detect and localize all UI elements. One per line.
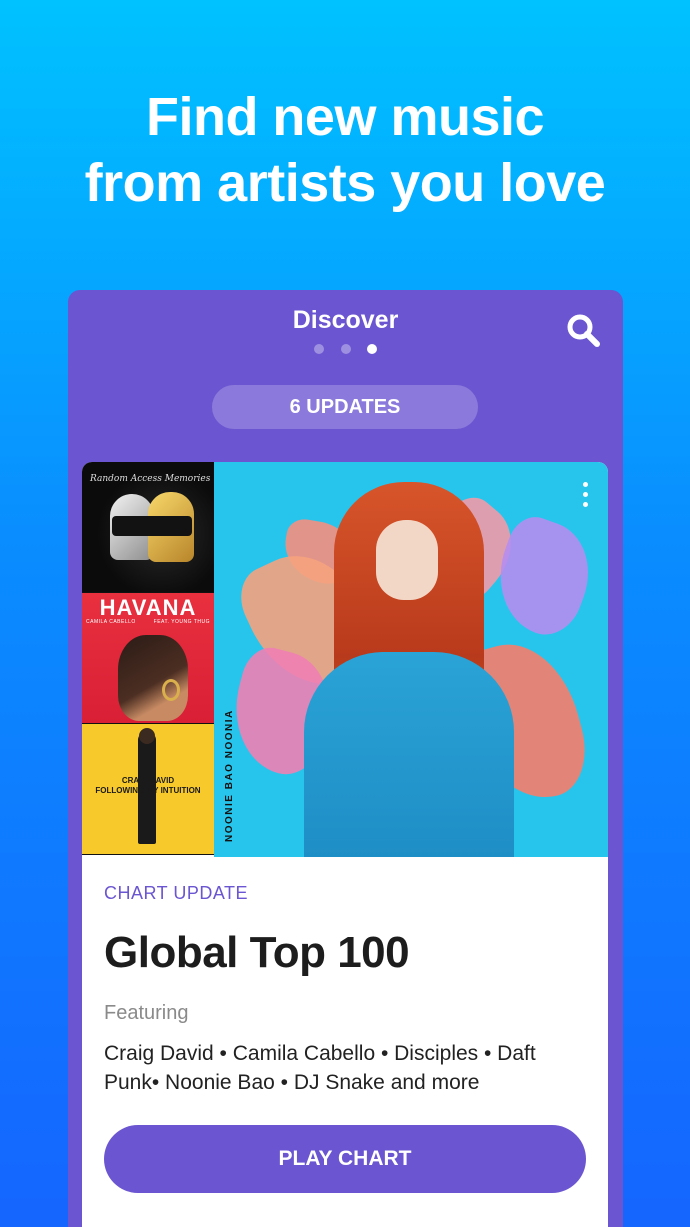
havana-title: HAVANA: [99, 595, 197, 620]
artist-face: [376, 520, 438, 600]
page-dot-2[interactable]: [340, 344, 351, 354]
havana-album-art: HAVANA CAMILA CABELLO FEAT. YOUNG THUG: [82, 593, 214, 724]
promo-headline: Find new music from artists you love: [0, 84, 690, 216]
more-vertical-icon: [582, 482, 588, 487]
artist-suit: [304, 652, 514, 857]
craig-david-album-art: CRAIG DAVID FOLLOWING MY INTUITION: [82, 724, 214, 855]
daft-punk-album-art: Random Access Memories: [82, 462, 214, 593]
page-dot-3[interactable]: [366, 344, 377, 354]
artist-portrait: [118, 635, 188, 721]
card-artwork[interactable]: Random Access Memories HAVANA CAMILA CAB…: [82, 462, 608, 857]
craig-line-2: FOLLOWING MY INTUITION: [95, 786, 201, 795]
craig-david-text: CRAIG DAVID FOLLOWING MY INTUITION: [82, 776, 214, 796]
search-button[interactable]: [565, 312, 601, 348]
play-chart-button[interactable]: PLAY CHART: [104, 1125, 586, 1193]
hero-artwork: NOONIE BAO NOONIA: [214, 462, 608, 857]
page-title: Discover: [292, 306, 399, 334]
updates-button[interactable]: 6 UPDATES: [212, 385, 478, 429]
more-dot: [582, 492, 588, 497]
app-screen: Discover 6 UPDATES Random Access Memorie…: [68, 290, 623, 1227]
chart-card[interactable]: Random Access Memories HAVANA CAMILA CAB…: [82, 462, 608, 1227]
top-bar: Discover: [68, 290, 623, 385]
headline-line-1: Find new music: [145, 87, 545, 147]
card-title: Global Top 100: [104, 928, 410, 977]
featured-artists: Craig David • Camila Cabello • Disciples…: [104, 1042, 536, 1094]
more-dot: [582, 502, 588, 507]
havana-feat: FEAT. YOUNG THUG: [153, 619, 210, 625]
card-eyebrow: CHART UPDATE: [104, 883, 249, 903]
search-icon: [567, 314, 600, 347]
craig-line-1: CRAIG DAVID: [121, 776, 175, 785]
hero-side-text: NOONIE BAO NOONIA: [224, 709, 235, 842]
more-options-button[interactable]: [580, 482, 590, 512]
album-thumbnails: Random Access Memories HAVANA CAMILA CAB…: [82, 462, 214, 857]
headline-line-2: from artists you love: [84, 153, 606, 213]
card-body: CHART UPDATE Global Top 100 Featuring Cr…: [82, 857, 608, 1193]
page-dot-1[interactable]: [314, 344, 325, 354]
album-script-text: Random Access Memories: [90, 474, 211, 484]
featuring-label: Featuring: [104, 1002, 189, 1024]
page-indicator: [68, 341, 623, 359]
havana-credits: CAMILA CABELLO FEAT. YOUNG THUG: [86, 619, 210, 625]
helmet-visor: [112, 516, 192, 536]
earring: [162, 679, 180, 701]
havana-artist: CAMILA CABELLO: [86, 619, 136, 625]
